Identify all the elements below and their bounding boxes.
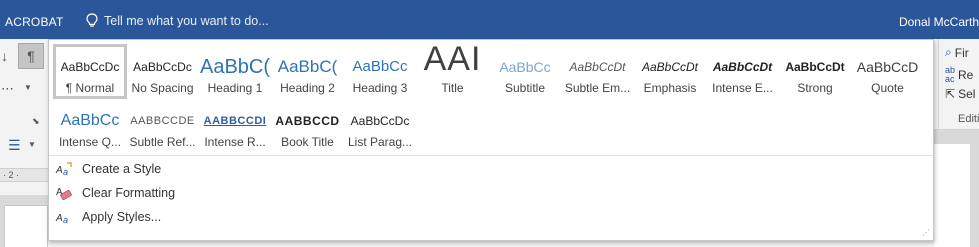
style-tile[interactable]: AaBbCc Subtitle — [488, 44, 562, 99]
style-name: Subtle Ref... — [129, 135, 196, 149]
document-area — [0, 195, 48, 247]
search-icon: ⌕ — [945, 45, 952, 59]
style-name: Intense E... — [712, 81, 773, 95]
style-sample-text: AaBbCcDt — [641, 60, 699, 74]
style-name: Strong — [797, 81, 833, 95]
style-sample-text: AaBbCc — [60, 112, 120, 129]
style-sample-text: AABBCCDE — [130, 115, 195, 127]
document-page[interactable] — [4, 205, 48, 247]
style-sample-text: AABBCCDI — [203, 115, 267, 127]
dropdown-chevron-icon[interactable]: ▼ — [24, 83, 32, 92]
svg-text:a: a — [63, 167, 68, 177]
style-tile[interactable]: AaBbCc Intense Q... — [53, 98, 127, 153]
create-style-label: Create a Style — [82, 162, 162, 176]
style-name: Book Title — [281, 135, 334, 149]
style-sample-text: AAI — [423, 44, 482, 78]
style-sample-text: AABBCCD — [275, 114, 340, 128]
sort-icon[interactable]: ↓ — [1, 48, 8, 64]
style-sample-text: AaBbCcDt — [785, 60, 845, 74]
horizontal-ruler[interactable]: · 2 · — [0, 168, 48, 182]
user-name[interactable]: Donal McCarth — [899, 15, 979, 29]
select-label: Sel — [958, 87, 976, 101]
lightbulb-icon — [86, 13, 98, 27]
resize-grip-icon[interactable]: ⋰ — [922, 229, 930, 237]
style-name: No Spacing — [131, 81, 194, 95]
style-sample-text: AaBbCcDc — [350, 114, 410, 128]
style-sample-text: AaBbCc — [499, 59, 551, 75]
style-tile[interactable]: AaBbC( Heading 1 — [198, 44, 272, 99]
document-area-right — [934, 130, 979, 247]
svg-text:A: A — [55, 213, 63, 224]
multilevel-list-icon[interactable]: ☰ — [8, 137, 21, 154]
style-name: Subtle Em... — [564, 81, 631, 95]
dialog-launcher-icon[interactable]: ⬊ — [32, 116, 40, 127]
clear-formatting-item[interactable]: A Clear Formatting — [55, 182, 175, 204]
editing-group: ⌕ Fir ab ac Re ⇱ Sel Editi — [938, 39, 979, 130]
tell-me-box[interactable]: Tell me what you want to do... — [86, 13, 269, 28]
style-tile[interactable]: AAI Title — [416, 44, 490, 99]
tab-acrobat[interactable]: ACROBAT — [5, 15, 64, 29]
style-tile[interactable]: AaBbCc Heading 3 — [343, 44, 417, 99]
apply-styles-label: Apply Styles... — [82, 210, 162, 224]
style-sample-text: AaBbC( — [277, 57, 338, 76]
style-tile[interactable]: AABBCCDI Intense R... — [198, 98, 272, 153]
svg-text:a: a — [63, 215, 68, 225]
select-button[interactable]: ⇱ Sel — [945, 87, 975, 101]
style-name: Emphasis — [643, 81, 697, 95]
style-name: Heading 2 — [280, 81, 335, 95]
style-name: Title — [441, 81, 464, 95]
title-bar: ACROBAT Tell me what you want to do... D… — [0, 0, 979, 39]
apply-styles-icon: A a — [55, 209, 73, 225]
create-style-item[interactable]: A a Create a Style — [55, 158, 161, 180]
dropdown-chevron-icon[interactable]: ▼ — [28, 140, 36, 149]
style-sample-text: AaBbCcD — [856, 59, 919, 75]
style-sample-text: AaBbCcDt — [712, 60, 773, 74]
ruler-marker: · 2 · — [3, 170, 20, 180]
style-tile[interactable]: AaBbCcDt Intense E... — [706, 44, 780, 99]
find-button[interactable]: ⌕ Fir — [945, 45, 969, 60]
replace-icon: ab ac — [945, 65, 956, 84]
style-tile[interactable]: AABBCCDE Subtle Ref... — [126, 98, 200, 153]
style-tile[interactable]: AaBbCcDc ¶ Normal — [53, 44, 127, 99]
borders-icon[interactable]: ⋯ — [1, 81, 14, 97]
style-tile[interactable]: AaBbCcDt Subtle Em... — [561, 44, 635, 99]
style-name: Quote — [871, 81, 904, 95]
style-tile[interactable]: AaBbCcDc List Parag... — [343, 98, 417, 153]
apply-styles-item[interactable]: A a Apply Styles... — [55, 206, 161, 228]
style-sample-text: AaBbC( — [199, 57, 271, 78]
menu-divider — [49, 155, 933, 156]
style-name: Subtitle — [504, 81, 546, 95]
eraser-icon: A — [55, 185, 73, 201]
style-tile[interactable]: AaBbCcD Quote — [851, 44, 925, 99]
replace-button[interactable]: ab ac Re — [945, 66, 973, 84]
style-sample-text: AaBbCc — [352, 58, 408, 75]
cursor-icon: ⇱ — [945, 87, 956, 101]
style-name: Intense Q... — [58, 135, 122, 149]
document-page[interactable] — [934, 144, 970, 247]
style-name: Intense R... — [204, 135, 266, 149]
style-sample-text: AaBbCcDt — [569, 60, 626, 74]
clear-formatting-label: Clear Formatting — [82, 186, 176, 200]
style-tile[interactable]: AABBCCD Book Title — [271, 98, 345, 153]
style-tile[interactable]: AaBbCcDt Emphasis — [633, 44, 707, 99]
style-tile[interactable]: AaBbCcDt Strong — [778, 44, 852, 99]
find-label: Fir — [954, 45, 969, 60]
style-sample-text: AaBbCcDc — [133, 60, 192, 74]
style-sample-text: AaBbCcDc — [60, 60, 120, 74]
style-name: ¶ Normal — [65, 81, 115, 95]
editing-group-label: Editi — [958, 113, 979, 125]
replace-label: Re — [958, 68, 974, 82]
style-tile[interactable]: AaBbC( Heading 2 — [271, 44, 345, 99]
tell-me-text: Tell me what you want to do... — [104, 13, 269, 28]
style-tile[interactable]: AaBbCcDc No Spacing — [126, 44, 200, 99]
style-name: Heading 1 — [207, 81, 263, 95]
show-formatting-marks-icon[interactable]: ¶ — [18, 43, 44, 69]
styles-gallery-dropdown: AaBbCcDc ¶ Normal AaBbCcDc No Spacing AaBbC(… — [48, 39, 934, 241]
style-name: Heading 3 — [352, 81, 408, 95]
style-name: List Parag... — [347, 135, 413, 149]
svg-text:A: A — [55, 165, 63, 176]
create-style-icon: A a — [55, 161, 73, 177]
